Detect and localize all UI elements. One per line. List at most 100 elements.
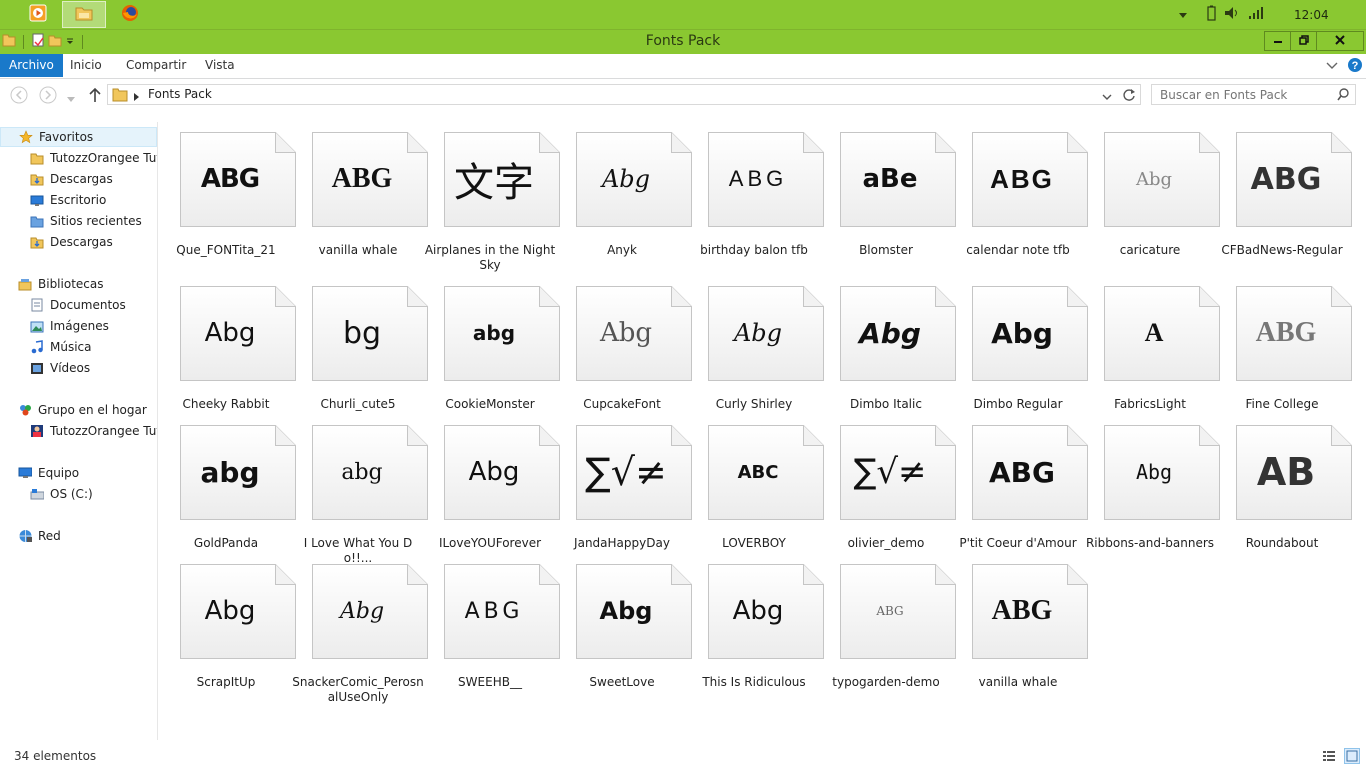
restore-button[interactable] <box>1290 31 1317 51</box>
font-preview: ABG <box>991 595 1053 626</box>
file-item[interactable]: Abg Dimbo Italic <box>820 276 956 426</box>
file-item[interactable]: Abg SweetLove <box>556 554 692 704</box>
network-signal-icon[interactable] <box>1248 6 1264 23</box>
file-item[interactable]: Abg ILoveYOUForever <box>424 415 560 565</box>
font-file-icon: ABG <box>312 132 428 227</box>
file-item[interactable]: Abg Ribbons-and-banners <box>1084 415 1220 565</box>
file-item[interactable]: ABG Fine College <box>1216 276 1352 426</box>
file-item[interactable]: ABG vanilla whale <box>952 554 1088 704</box>
nav-item-os-c[interactable]: OS (C:) <box>0 484 157 504</box>
file-item[interactable]: Abg caricature <box>1084 122 1220 272</box>
up-icon[interactable] <box>88 87 102 106</box>
file-item[interactable]: Abg This Is Ridiculous <box>688 554 824 704</box>
file-item[interactable]: abg I Love What You Do!!... <box>292 415 428 565</box>
file-item[interactable]: ABC LOVERBOY <box>688 415 824 565</box>
file-item[interactable]: ABG P'tit Coeur d'Amour <box>952 415 1088 565</box>
file-item[interactable]: aBe Blomster <box>820 122 956 272</box>
nav-item-descargas[interactable]: Descargas <box>0 169 157 189</box>
file-item[interactable]: abg CookieMonster <box>424 276 560 426</box>
file-item[interactable]: Abg Dimbo Regular <box>952 276 1088 426</box>
recent-locations-icon[interactable] <box>67 92 75 106</box>
close-button[interactable] <box>1316 31 1364 51</box>
search-box[interactable] <box>1151 84 1356 105</box>
file-item[interactable]: Abg Cheeky Rabbit <box>160 276 296 426</box>
file-item[interactable]: ABG SWEEHB__ <box>424 554 560 704</box>
large-icons-view-icon[interactable] <box>1344 748 1360 764</box>
file-item[interactable]: ABG Que_FONTita_21 <box>160 122 296 272</box>
title-bar[interactable]: Fonts Pack <box>0 29 1366 54</box>
nav-item-videos[interactable]: Vídeos <box>0 358 157 378</box>
ribbon-expand-icon[interactable] <box>1326 60 1338 74</box>
file-name: Cheeky Rabbit <box>182 397 270 411</box>
file-item[interactable]: ABG birthday balon tfb <box>688 122 824 272</box>
taskbar-media-player-button[interactable] <box>16 1 60 28</box>
font-preview: ABG <box>331 163 393 194</box>
address-bar[interactable]: Fonts Pack <box>107 84 1141 105</box>
nav-item-escritorio[interactable]: Escritorio <box>0 190 157 210</box>
file-item[interactable]: ABG calendar note tfb <box>952 122 1088 272</box>
address-dropdown-icon[interactable] <box>1102 91 1112 105</box>
file-item[interactable]: ∑√≠ JandaHappyDay <box>556 415 692 565</box>
chevron-up-icon[interactable] <box>1178 8 1188 22</box>
nav-item-homegroup-user[interactable]: TutozzOrangee Tuto <box>0 421 157 441</box>
back-icon[interactable] <box>10 86 28 107</box>
nav-red[interactable]: Red <box>0 526 157 546</box>
taskbar-file-explorer-button[interactable] <box>62 1 106 28</box>
file-item[interactable]: bg Churli_cute5 <box>292 276 428 426</box>
file-item[interactable]: ∑√≠ olivier_demo <box>820 415 956 565</box>
file-item[interactable]: Abg SnackerComic_PerosnalUseOnly <box>292 554 428 704</box>
font-file-icon: abg <box>180 425 296 520</box>
file-item[interactable]: A FabricsLight <box>1084 276 1220 426</box>
nav-item-tutozzorangee[interactable]: TutozzOrangee Tuto <box>0 148 157 168</box>
file-item[interactable]: ABG typogarden-demo <box>820 554 956 704</box>
search-input[interactable] <box>1152 85 1343 104</box>
nav-bibliotecas[interactable]: Bibliotecas <box>0 274 157 294</box>
font-preview: Abg <box>468 457 520 487</box>
tab-vista[interactable]: Vista <box>197 54 243 77</box>
file-item[interactable]: 文字 Airplanes in the Night Sky <box>424 122 560 272</box>
minimize-button[interactable] <box>1264 31 1291 51</box>
file-item[interactable]: Abg ScrapItUp <box>160 554 296 704</box>
nav-item-descargas-2[interactable]: Descargas <box>0 232 157 252</box>
battery-icon[interactable] <box>1206 5 1216 24</box>
status-bar: 34 elementos <box>0 745 1366 768</box>
refresh-icon[interactable] <box>1122 88 1136 105</box>
font-preview: Abg <box>733 319 783 347</box>
nav-item-musica[interactable]: Música <box>0 337 157 357</box>
file-name: caricature <box>1119 243 1181 257</box>
nav-equipo[interactable]: Equipo <box>0 463 157 483</box>
tab-compartir[interactable]: Compartir <box>118 54 194 77</box>
file-item[interactable]: Abg Anyk <box>556 122 692 272</box>
file-item[interactable]: Abg CupcakeFont <box>556 276 692 426</box>
font-file-icon: Abg <box>312 564 428 659</box>
nav-favorites[interactable]: Favoritos <box>0 127 157 147</box>
font-file-icon: AB <box>1236 425 1352 520</box>
help-icon[interactable]: ? <box>1347 57 1363 76</box>
volume-icon[interactable] <box>1224 6 1240 23</box>
details-view-icon[interactable] <box>1322 749 1336 766</box>
font-preview: Abg <box>732 596 784 626</box>
taskbar-firefox-button[interactable] <box>108 1 152 28</box>
file-item[interactable]: ABG CFBadNews-Regular <box>1216 122 1352 272</box>
nav-grupo-hogar[interactable]: Grupo en el hogar <box>0 400 157 420</box>
breadcrumb-chevron-icon[interactable] <box>134 90 140 104</box>
file-item[interactable]: ABG vanilla whale <box>292 122 428 272</box>
file-item[interactable]: abg GoldPanda <box>160 415 296 565</box>
search-icon[interactable] <box>1337 88 1350 104</box>
font-preview: Abg <box>601 165 651 193</box>
nav-item-imagenes[interactable]: Imágenes <box>0 316 157 336</box>
file-name: Roundabout <box>1245 536 1319 550</box>
computer-icon <box>18 466 32 480</box>
clock[interactable]: 12:04 <box>1294 8 1329 22</box>
nav-label: Descargas <box>50 235 113 249</box>
font-file-icon: ABC <box>708 425 824 520</box>
forward-icon[interactable] <box>39 86 57 107</box>
tab-inicio[interactable]: Inicio <box>62 54 110 77</box>
nav-item-documentos[interactable]: Documentos <box>0 295 157 315</box>
file-item[interactable]: Abg Curly Shirley <box>688 276 824 426</box>
file-item[interactable]: AB Roundabout <box>1216 415 1352 565</box>
tab-archivo[interactable]: Archivo <box>0 54 63 77</box>
font-preview: ABG <box>990 163 1054 194</box>
breadcrumb[interactable]: Fonts Pack <box>148 87 212 101</box>
nav-item-sitios-recientes[interactable]: Sitios recientes <box>0 211 157 231</box>
